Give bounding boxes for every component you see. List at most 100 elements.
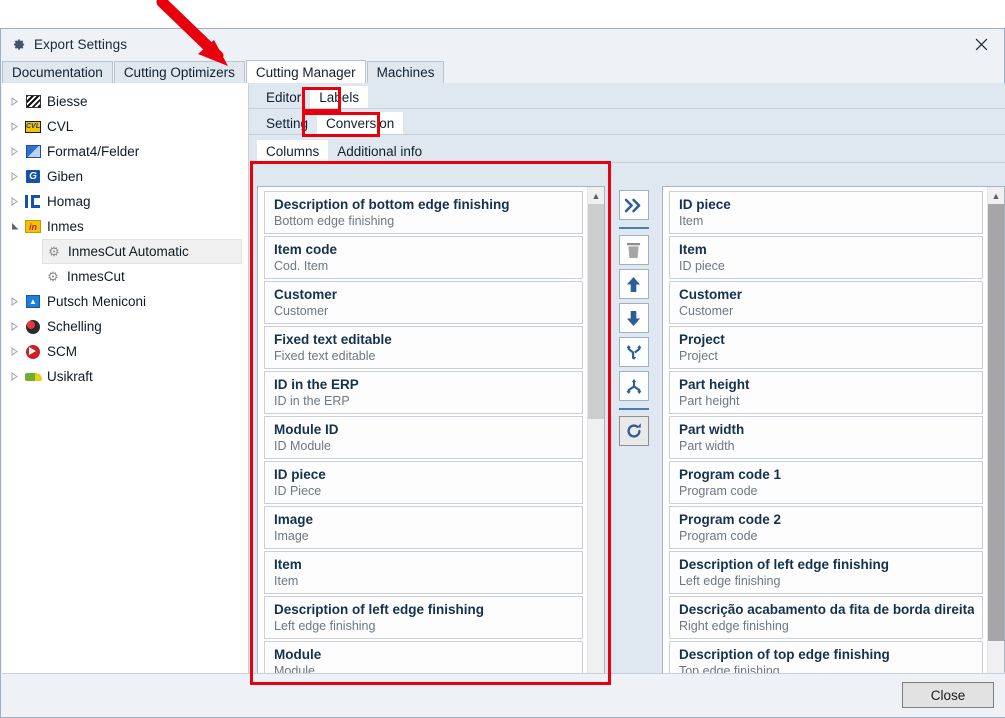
chevron-right-icon[interactable]: [6, 343, 24, 361]
selected-column-item-subtitle: Program code: [678, 529, 758, 543]
available-column-item-title: Item code: [274, 242, 338, 257]
selected-column-item-title: Project: [678, 332, 725, 347]
machine-tree[interactable]: Biesse CVL CVL Format4/Felder G Giben Ho…: [2, 83, 249, 701]
selected-column-item[interactable]: Program code 2 Program code: [668, 506, 983, 549]
selected-column-item-subtitle: Program code: [678, 484, 758, 498]
tree-item-usikraft[interactable]: Usikraft: [2, 364, 248, 389]
available-column-item-title: Fixed text editable: [274, 332, 392, 347]
delete-button[interactable]: [618, 235, 649, 265]
available-column-item[interactable]: Fixed text editable Fixed text editable: [264, 326, 583, 369]
subtab-columns[interactable]: Columns: [257, 140, 329, 162]
scroll-up-arrow-icon[interactable]: ▲: [988, 187, 1004, 204]
dialog-footer: Close: [2, 673, 1005, 717]
chevron-right-icon[interactable]: [6, 118, 24, 136]
chevron-right-icon[interactable]: [6, 368, 24, 386]
available-column-item[interactable]: Item Item: [264, 551, 583, 594]
tab-cutting-optimizers[interactable]: Cutting Optimizers: [113, 61, 245, 83]
available-columns-scrollbar[interactable]: ▲ ▼: [586, 187, 604, 692]
selected-column-item-title: Part width: [678, 422, 745, 437]
chevron-right-icon[interactable]: [6, 143, 24, 161]
refresh-button[interactable]: [618, 416, 649, 446]
selected-column-item[interactable]: Descrição acabamento da fita de borda di…: [668, 596, 983, 639]
subtab-conversion[interactable]: Conversion: [317, 112, 404, 134]
available-column-item-title: Module ID: [274, 422, 339, 437]
selected-column-item[interactable]: Program code 1 Program code: [668, 461, 983, 504]
chevron-right-icon[interactable]: [6, 293, 24, 311]
subtabs-row-2: Setting Conversion: [249, 109, 1005, 134]
selected-columns-list[interactable]: ID piece Item Item ID piece Customer Customer…: [661, 186, 1005, 693]
subtabs-row-1: Editor Labels: [249, 83, 1005, 108]
subtab-label: Editor: [266, 89, 302, 105]
export-settings-window: Export Settings Documentation Cutting Op…: [0, 28, 1005, 718]
move-up-button[interactable]: [618, 269, 649, 299]
tree-item-homag[interactable]: Homag: [2, 189, 248, 214]
tree-item-format4-felder[interactable]: Format4/Felder: [2, 139, 248, 164]
tree-item-biesse[interactable]: Biesse: [2, 89, 248, 114]
selected-columns-scrollbar[interactable]: ▲ ▼: [987, 187, 1004, 692]
move-all-right-button[interactable]: [618, 190, 649, 220]
chevron-right-icon[interactable]: [6, 168, 24, 186]
tree-item-scm[interactable]: SCM: [2, 339, 248, 364]
split-button[interactable]: [618, 371, 649, 401]
available-column-item[interactable]: Description of left edge finishing Left e…: [264, 596, 583, 639]
scrollbar-thumb[interactable]: [988, 204, 1004, 641]
tab-label: Machines: [376, 65, 435, 80]
main-tabstrip: Documentation Cutting Optimizers Cutting…: [1, 60, 1005, 83]
tree-item-cvl[interactable]: CVL CVL: [2, 114, 248, 139]
selected-column-item[interactable]: Part width Part width: [668, 416, 983, 459]
scroll-up-arrow-icon[interactable]: ▲: [587, 187, 604, 204]
available-column-item[interactable]: Module ID ID Module: [264, 416, 583, 459]
chevron-down-icon[interactable]: [6, 218, 24, 236]
selected-column-item[interactable]: Part height Part height: [668, 371, 983, 414]
tree-item-giben[interactable]: G Giben: [2, 164, 248, 189]
subtab-setting[interactable]: Setting: [257, 112, 317, 134]
available-column-item-title: Description of bottom edge finishing: [274, 197, 510, 212]
tree-item-label: Schelling: [47, 319, 102, 334]
available-column-item[interactable]: Item code Cod. Item: [264, 236, 583, 279]
chevron-right-icon[interactable]: [6, 318, 24, 336]
gear-icon: ⚙: [47, 269, 59, 284]
chevron-right-icon[interactable]: [6, 93, 24, 111]
tab-machines[interactable]: Machines: [366, 61, 445, 83]
tree-item-inmes[interactable]: in Inmes: [2, 214, 248, 239]
available-column-item[interactable]: Description of bottom edge finishing Bott…: [264, 191, 583, 234]
tab-documentation[interactable]: Documentation: [2, 61, 113, 83]
available-column-item[interactable]: Customer Customer: [264, 281, 583, 324]
subtab-additional-info[interactable]: Additional info: [328, 140, 431, 162]
selected-column-item-subtitle: Left edge finishing: [678, 574, 781, 588]
available-column-item[interactable]: ID in the ERP ID in the ERP: [264, 371, 583, 414]
tab-cutting-manager[interactable]: Cutting Manager: [245, 60, 366, 83]
cvl-logo-icon: CVL: [24, 119, 42, 135]
subtab-labels[interactable]: Labels: [310, 86, 369, 108]
selected-column-item[interactable]: Item ID piece: [668, 236, 983, 279]
close-button[interactable]: Close: [902, 682, 994, 708]
tree-item-inmescut[interactable]: ⚙ InmesCut: [42, 264, 248, 289]
tree-item-putsch-meniconi[interactable]: ▲ Putsch Meniconi: [2, 289, 248, 314]
selected-column-item[interactable]: Project Project: [668, 326, 983, 369]
homag-logo-icon: [24, 194, 42, 210]
available-column-item-subtitle: Bottom edge finishing: [274, 214, 395, 228]
putsch-meniconi-logo-icon: ▲: [24, 294, 42, 310]
available-column-item[interactable]: Image Image: [264, 506, 583, 549]
window-close-icon[interactable]: [958, 29, 1004, 60]
subtab-label: Additional info: [337, 143, 423, 159]
toolbar-separator: [618, 227, 649, 229]
subtab-editor[interactable]: Editor: [257, 86, 310, 108]
selected-column-item[interactable]: Description of left edge finishing Left e…: [668, 551, 983, 594]
available-column-item-title: Description of left edge finishing: [274, 602, 485, 617]
subtab-label: Labels: [319, 89, 360, 105]
subtab-divider-2: [249, 134, 1005, 135]
selected-column-item[interactable]: ID piece Item: [668, 191, 983, 234]
available-column-item[interactable]: ID piece ID Piece: [264, 461, 583, 504]
tab-label: Cutting Optimizers: [123, 65, 235, 80]
merge-button[interactable]: [618, 337, 649, 367]
chevron-right-icon[interactable]: [6, 193, 24, 211]
tree-item-schelling[interactable]: Schelling: [2, 314, 248, 339]
tree-item-inmescut-automatic[interactable]: ⚙ InmesCut Automatic: [42, 239, 242, 264]
available-columns-list[interactable]: Description of bottom edge finishing Bott…: [257, 186, 605, 693]
format4-logo-icon: [24, 144, 42, 160]
selected-column-item[interactable]: Customer Customer: [668, 281, 983, 324]
scrollbar-thumb[interactable]: [587, 204, 604, 419]
tree-item-label: Usikraft: [47, 369, 93, 384]
move-down-button[interactable]: [618, 303, 649, 333]
